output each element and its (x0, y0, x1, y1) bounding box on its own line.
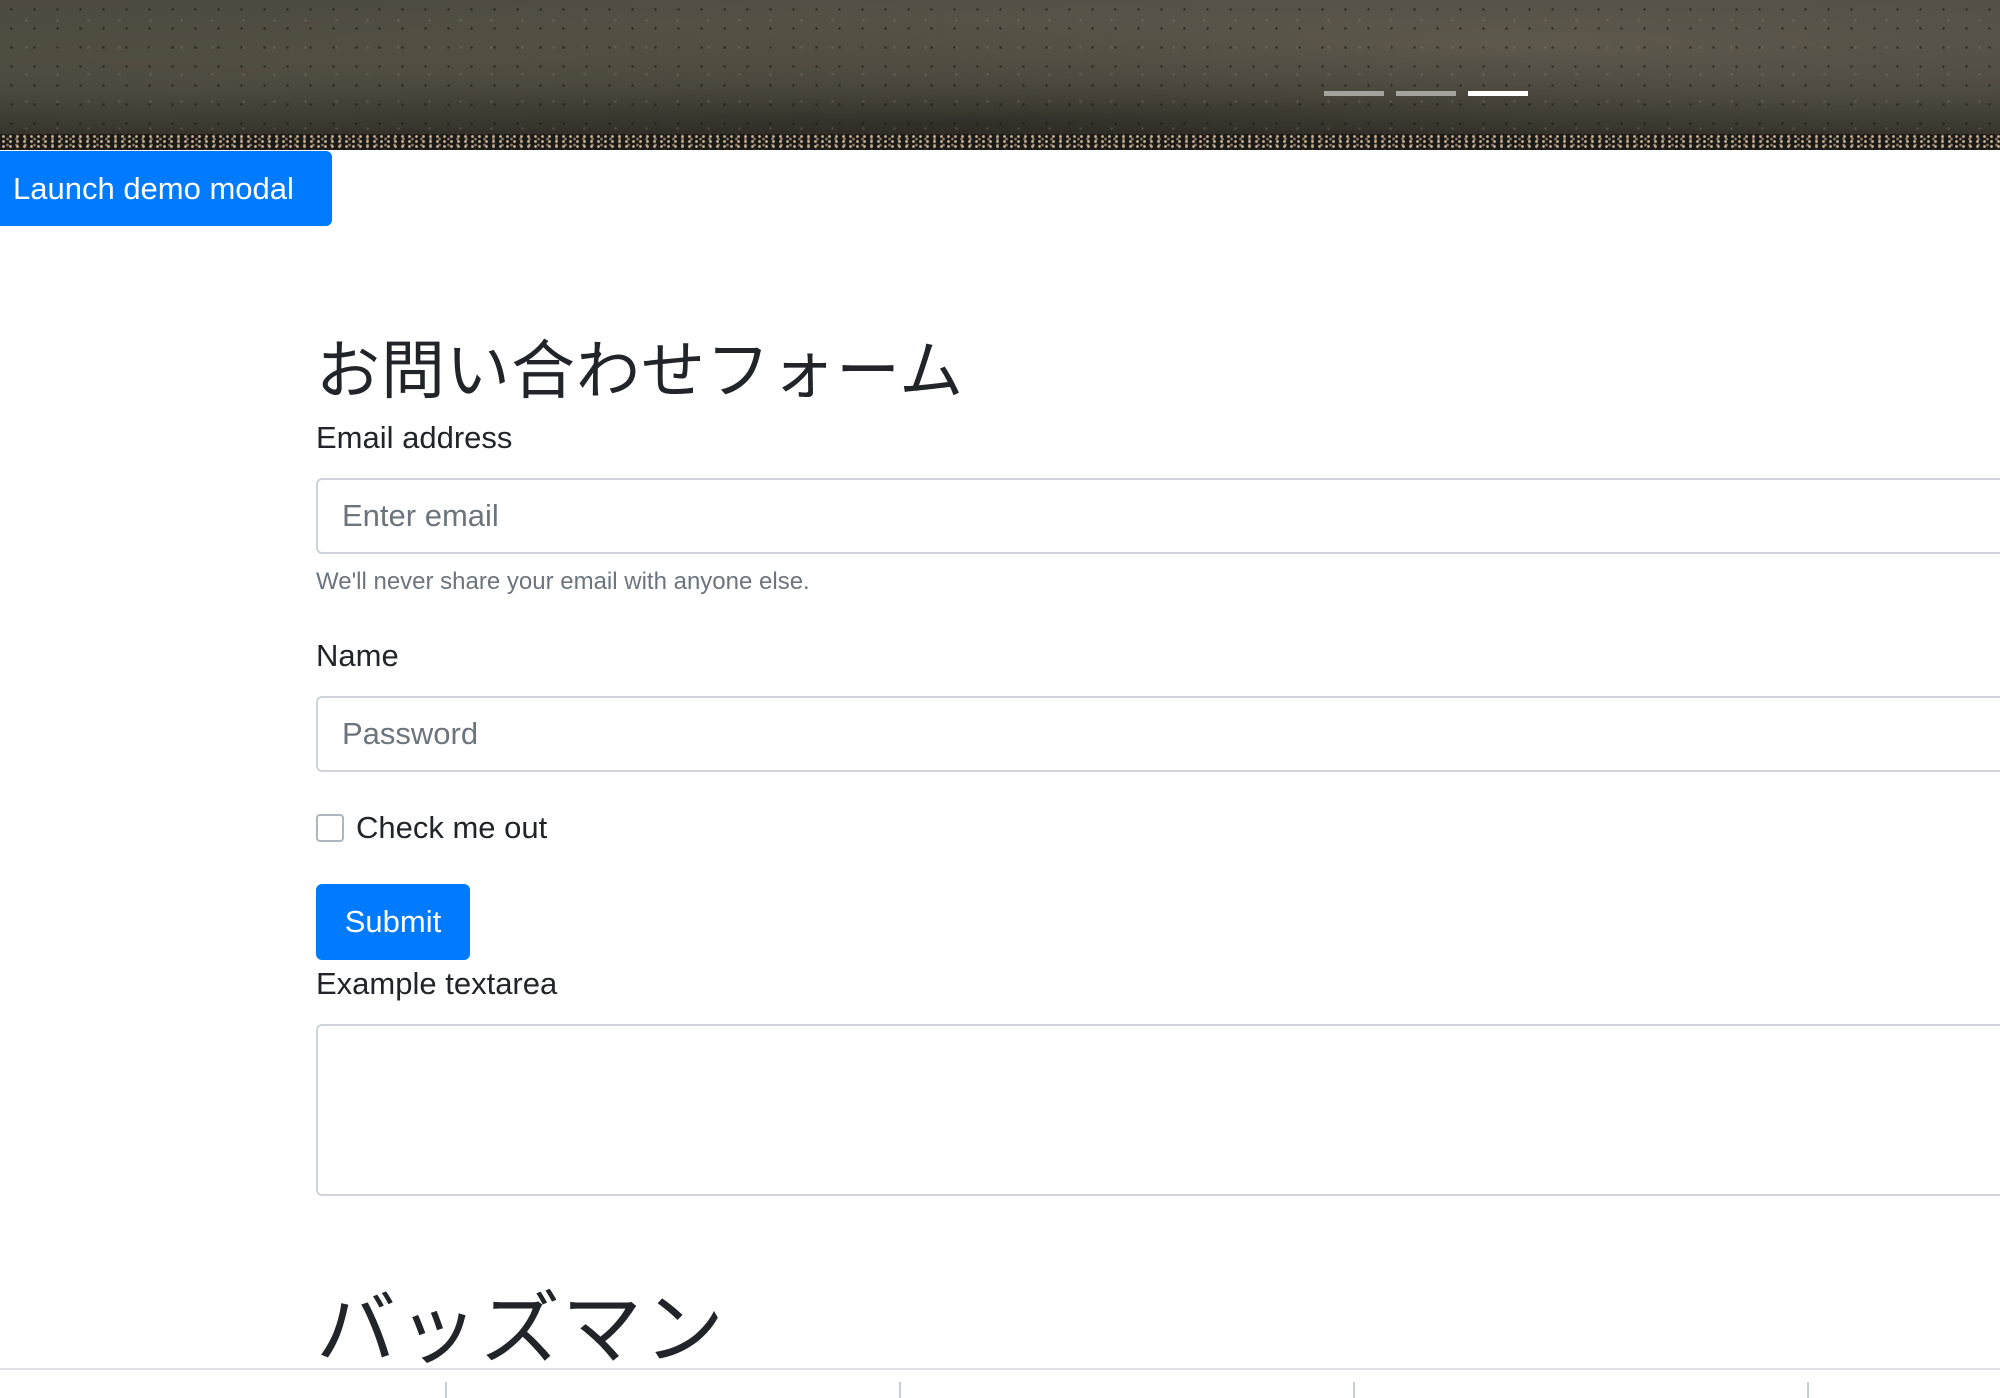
carousel-indicator-2[interactable] (1396, 91, 1456, 96)
toolbar-divider (1353, 1382, 1355, 1398)
submit-button[interactable]: Submit (316, 884, 470, 960)
carousel-indicators (1324, 91, 1528, 96)
bottom-toolbar (0, 1368, 2000, 1398)
check-me-out-row: Check me out (316, 810, 547, 846)
email-input[interactable] (316, 478, 2000, 554)
launch-demo-modal-button[interactable]: Launch demo modal (0, 151, 332, 226)
check-me-out-checkbox[interactable] (316, 814, 344, 842)
example-textarea[interactable] (316, 1024, 2000, 1196)
toolbar-divider (1807, 1382, 1809, 1398)
name-input[interactable] (316, 696, 2000, 772)
section-title: バッズマン (316, 1283, 726, 1376)
textarea-label: Example textarea (316, 966, 558, 1001)
email-help-text: We'll never share your email with anyone… (316, 568, 810, 595)
hero-carousel (0, 0, 2000, 150)
carousel-indicator-1[interactable] (1324, 91, 1384, 96)
hero-ground-strip (0, 134, 2000, 150)
carousel-indicator-3[interactable] (1468, 91, 1528, 96)
form-title: お問い合わせフォーム (316, 335, 965, 409)
toolbar-divider (899, 1382, 901, 1398)
hero-background-image (0, 0, 2000, 150)
check-me-out-label[interactable]: Check me out (356, 810, 547, 846)
name-label: Name (316, 638, 399, 673)
email-label: Email address (316, 420, 513, 455)
toolbar-divider (445, 1382, 447, 1398)
